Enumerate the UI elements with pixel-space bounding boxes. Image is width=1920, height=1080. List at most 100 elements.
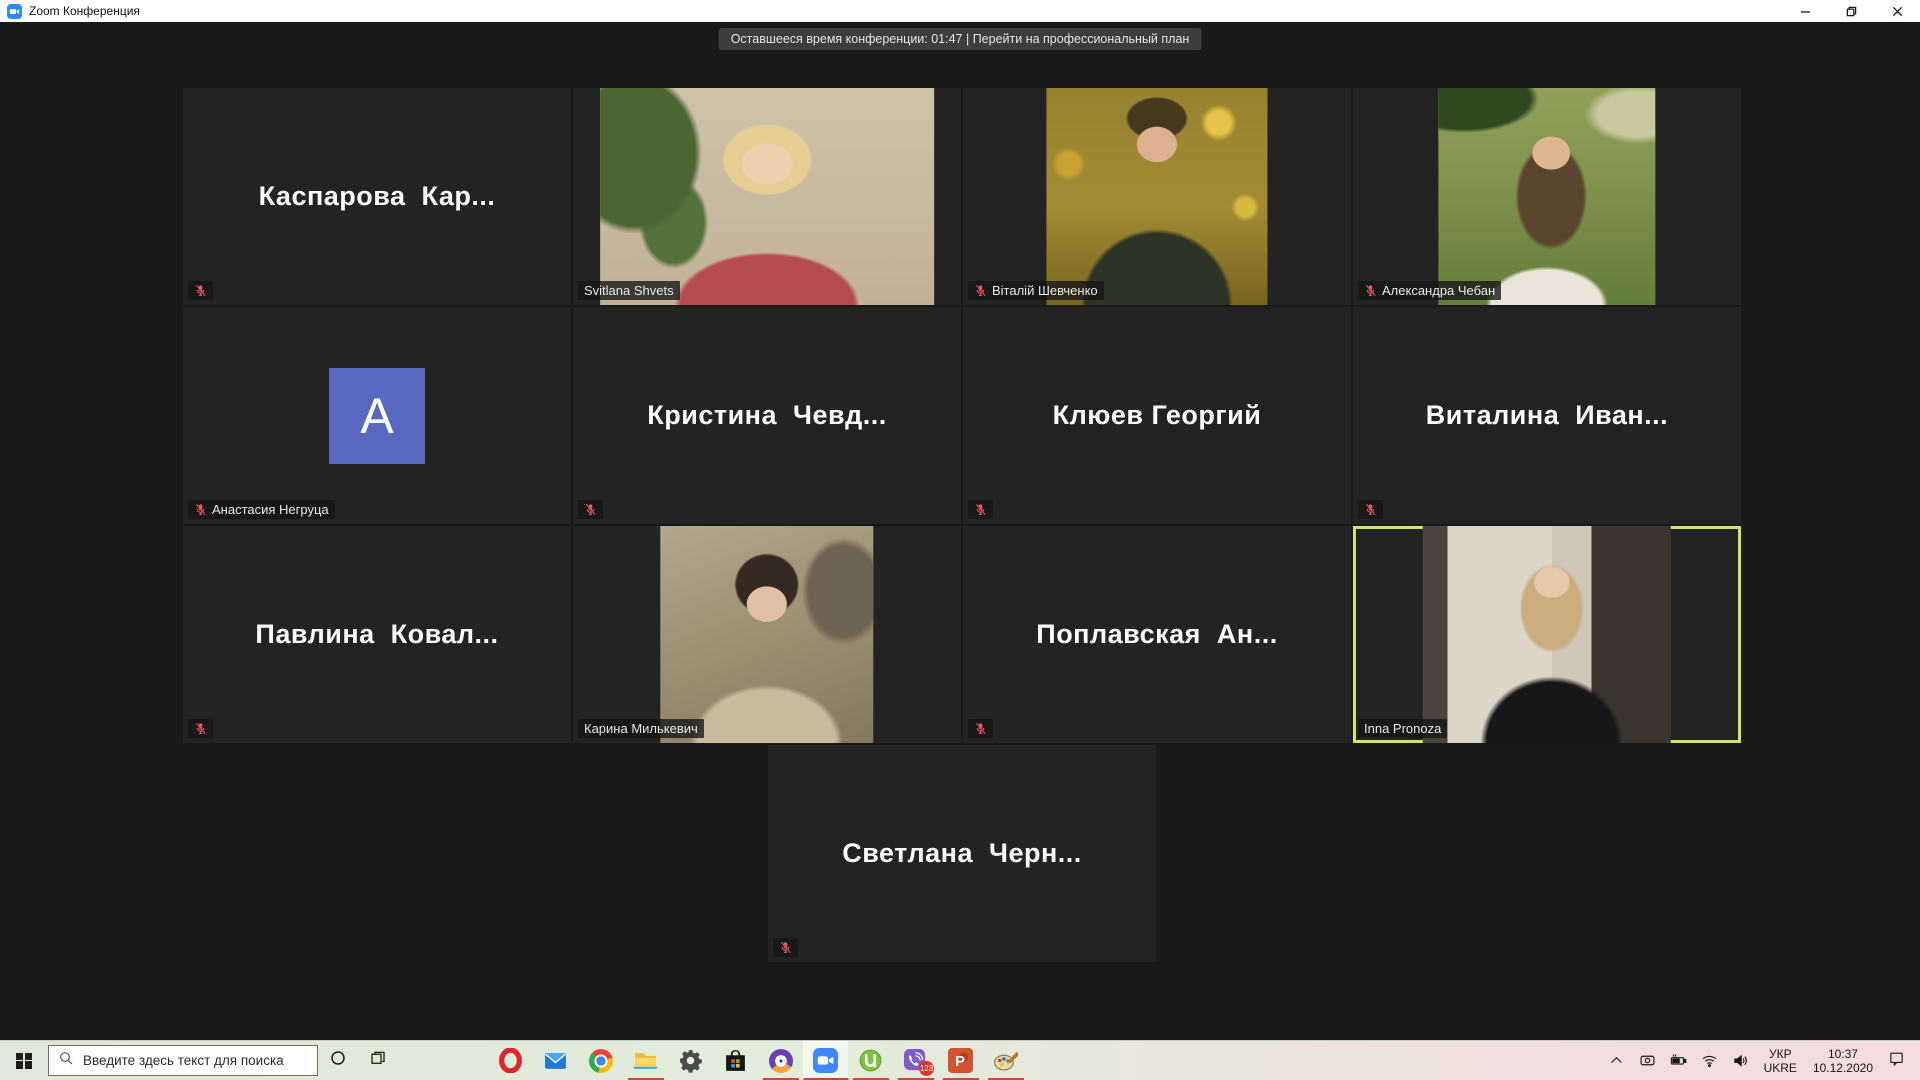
utorrent-icon bbox=[858, 1048, 883, 1073]
participant-tile-10[interactable]: Карина Милькевич bbox=[573, 526, 961, 743]
taskbar-app-utorrent[interactable] bbox=[848, 1041, 893, 1080]
tray-icons bbox=[1601, 1041, 1756, 1080]
task-view-icon bbox=[369, 1049, 387, 1072]
muted-mic-icon bbox=[974, 503, 987, 516]
minimize-button[interactable] bbox=[1782, 0, 1828, 22]
participant-tile-8[interactable]: Виталина Иван... bbox=[1353, 307, 1741, 524]
zoom-icon bbox=[813, 1048, 838, 1073]
time-remaining-banner[interactable]: Оставшееся время конференции: 01:47 | Пе… bbox=[719, 28, 1202, 50]
participant-badge bbox=[578, 500, 603, 519]
video-grid: Каспарова Кар... Svitlana Shvets Віталій Ш… bbox=[183, 88, 1741, 743]
svg-text:P: P bbox=[955, 1053, 965, 1070]
participant-tile-1[interactable]: Каспарова Кар... bbox=[183, 88, 571, 305]
participant-video bbox=[660, 526, 873, 743]
participant-tile-4[interactable]: Александра Чебан bbox=[1353, 88, 1741, 305]
participant-tile-9[interactable]: Павлина Ковал... bbox=[183, 526, 571, 743]
search-icon bbox=[58, 1050, 74, 1071]
restore-button[interactable] bbox=[1828, 0, 1874, 22]
participant-name-label: Віталій Шевченко bbox=[992, 283, 1098, 298]
language-line1: УКР bbox=[1764, 1047, 1797, 1061]
wifi-icon[interactable] bbox=[1694, 1041, 1725, 1080]
chevron-up-icon[interactable] bbox=[1601, 1041, 1632, 1080]
participant-name-centered: Виталина Иван... bbox=[1353, 307, 1741, 524]
powerpoint-icon: P bbox=[948, 1048, 973, 1073]
participant-name-label: Svitlana Shvets bbox=[584, 283, 674, 298]
taskbar-apps: 123 P bbox=[488, 1041, 1028, 1080]
taskbar-app-powerpoint[interactable]: P bbox=[938, 1041, 983, 1080]
participant-name-label: Анастасия Негруца bbox=[212, 502, 329, 517]
zoom-tray-icon[interactable] bbox=[1632, 1041, 1663, 1080]
window-title: Zoom Конференция bbox=[29, 4, 140, 18]
participant-tile-6[interactable]: Кристина Чевд... bbox=[573, 307, 961, 524]
taskbar-app-settings[interactable] bbox=[668, 1041, 713, 1080]
taskbar-app-chrome[interactable] bbox=[578, 1041, 623, 1080]
participant-badge: Inna Pronoza bbox=[1358, 719, 1447, 738]
participant-badge bbox=[188, 281, 213, 300]
time-remaining-text: Оставшееся время конференции: 01:47 | Пе… bbox=[731, 32, 1190, 46]
search-input[interactable] bbox=[83, 1053, 308, 1068]
cortana-button[interactable] bbox=[318, 1041, 358, 1080]
taskbar-app-store[interactable] bbox=[713, 1041, 758, 1080]
participant-name-centered: Кристина Чевд... bbox=[573, 307, 961, 524]
participant-tile-7[interactable]: Клюев Георгий bbox=[963, 307, 1351, 524]
taskbar-app-opera[interactable] bbox=[488, 1041, 533, 1080]
participant-badge bbox=[188, 719, 213, 738]
paint-icon bbox=[993, 1048, 1018, 1073]
participant-name-label: Александра Чебан bbox=[1382, 283, 1495, 298]
cortana-icon bbox=[329, 1049, 347, 1072]
participant-tile-5[interactable]: ААнастасия Негруца bbox=[183, 307, 571, 524]
participant-badge: Віталій Шевченко bbox=[968, 281, 1104, 300]
close-button[interactable] bbox=[1874, 0, 1920, 22]
start-button[interactable] bbox=[0, 1041, 48, 1080]
participant-badge bbox=[1358, 500, 1383, 519]
action-center-button[interactable] bbox=[1881, 1041, 1912, 1080]
window-titlebar: Zoom Конференция bbox=[0, 0, 1920, 22]
taskbar-app-explorer[interactable] bbox=[623, 1041, 668, 1080]
windows-logo-icon bbox=[16, 1053, 32, 1069]
taskbar-search[interactable] bbox=[48, 1045, 318, 1076]
clock[interactable]: 10:37 10.12.2020 bbox=[1805, 1047, 1881, 1075]
taskbar-app-mail[interactable] bbox=[533, 1041, 578, 1080]
meeting-area: Оставшееся время конференции: 01:47 | Пе… bbox=[0, 22, 1920, 1040]
participant-tile-11[interactable]: Поплавская Ан... bbox=[963, 526, 1351, 743]
participant-badge: Svitlana Shvets bbox=[578, 281, 680, 300]
participant-tile-13[interactable]: Светлана Черн... bbox=[768, 745, 1156, 962]
participant-tile-12[interactable]: Inna Pronoza bbox=[1353, 526, 1741, 743]
participant-name-centered: Светлана Черн... bbox=[768, 745, 1156, 962]
muted-mic-icon bbox=[1364, 284, 1377, 297]
muted-mic-icon bbox=[779, 941, 792, 954]
battery-icon[interactable] bbox=[1663, 1041, 1694, 1080]
participant-badge: Анастасия Негруца bbox=[188, 500, 335, 519]
participant-name-centered: Поплавская Ан... bbox=[963, 526, 1351, 743]
participant-video bbox=[1423, 526, 1671, 743]
volume-icon[interactable] bbox=[1725, 1041, 1756, 1080]
taskbar-app-zoom[interactable] bbox=[803, 1041, 848, 1080]
store-icon bbox=[723, 1048, 748, 1073]
chrome-icon bbox=[589, 1049, 613, 1073]
taskbar-app-avast-browser[interactable] bbox=[758, 1041, 803, 1080]
task-view-button[interactable] bbox=[358, 1041, 398, 1080]
muted-mic-icon bbox=[1364, 503, 1377, 516]
participant-badge bbox=[968, 500, 993, 519]
participant-badge: Александра Чебан bbox=[1358, 281, 1501, 300]
taskbar-app-paint[interactable] bbox=[983, 1041, 1028, 1080]
participant-tile-3[interactable]: Віталій Шевченко bbox=[963, 88, 1351, 305]
language-indicator[interactable]: УКР UKRE bbox=[1756, 1047, 1805, 1075]
participant-tile-2[interactable]: Svitlana Shvets bbox=[573, 88, 961, 305]
viber-badge: 123 bbox=[919, 1061, 934, 1076]
taskbar: 123 P УКР UKRE 10:37 10.12.2020 bbox=[0, 1040, 1920, 1080]
avast-browser-icon bbox=[769, 1049, 793, 1073]
muted-mic-icon bbox=[584, 503, 597, 516]
participant-badge bbox=[773, 938, 798, 957]
participant-video bbox=[1438, 88, 1655, 305]
mail-icon bbox=[543, 1048, 568, 1073]
participant-name-centered: Клюев Георгий bbox=[963, 307, 1351, 524]
muted-mic-icon bbox=[194, 284, 207, 297]
clock-time: 10:37 bbox=[1813, 1047, 1873, 1061]
opera-icon bbox=[498, 1048, 523, 1073]
participant-video bbox=[600, 88, 934, 305]
participant-name-label: Inna Pronoza bbox=[1364, 721, 1441, 736]
taskbar-app-viber[interactable]: 123 bbox=[893, 1041, 938, 1080]
muted-mic-icon bbox=[194, 503, 207, 516]
participant-name-label: Карина Милькевич bbox=[584, 721, 698, 736]
